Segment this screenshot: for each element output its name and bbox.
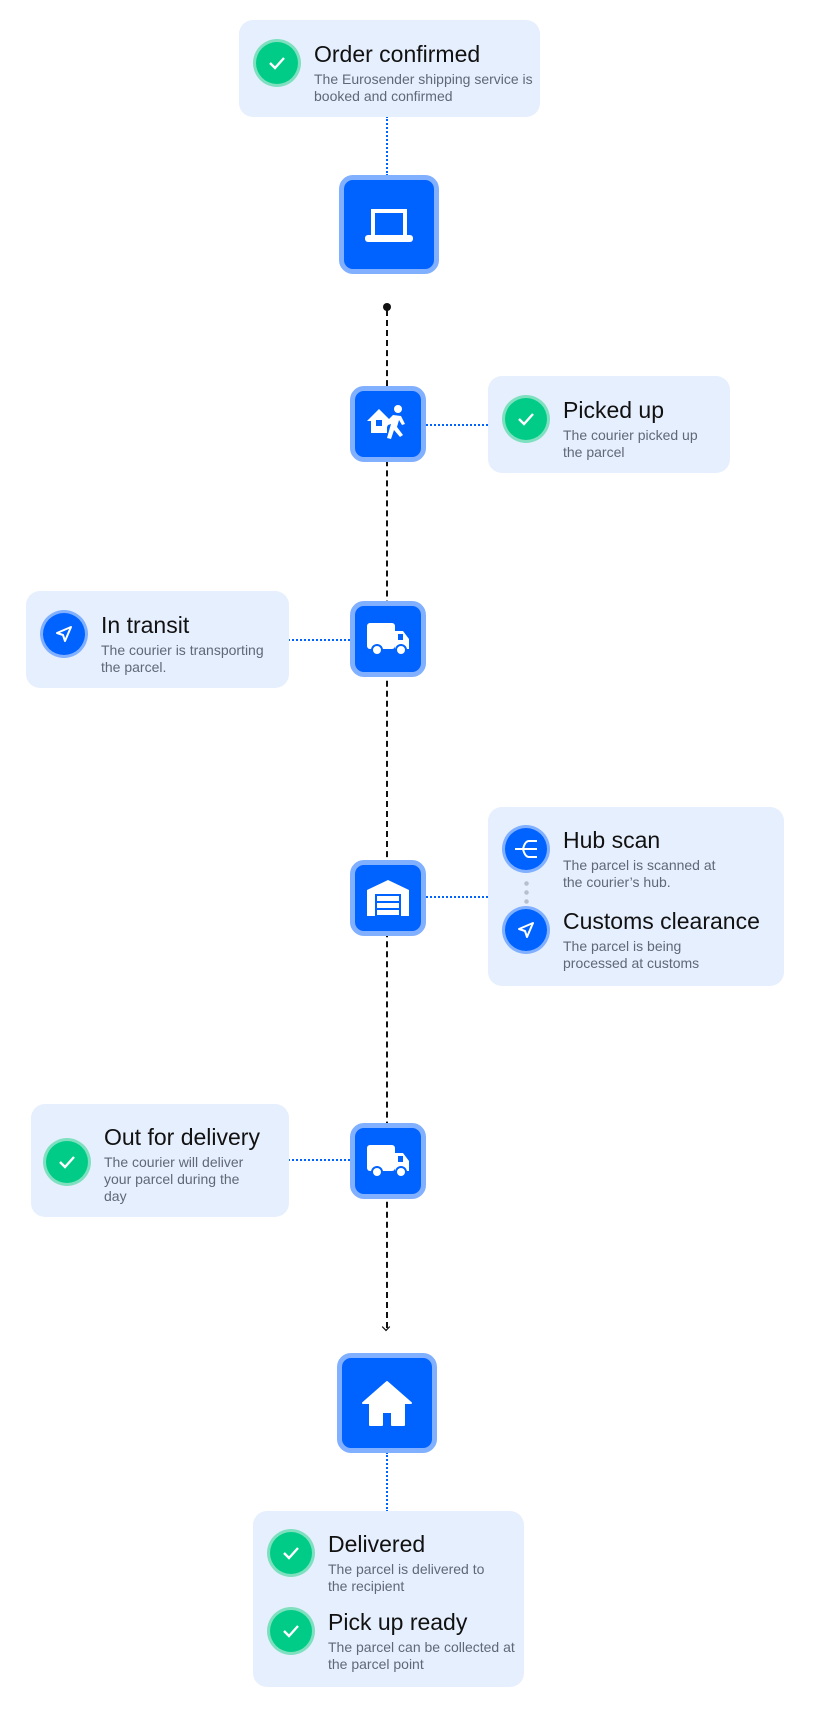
check-icon: [46, 1141, 88, 1183]
step-desc: The parcel can be collected at the parce…: [328, 1639, 515, 1672]
stage-laptop: [339, 175, 439, 274]
step-desc: The parcel is delivered to the recipient: [328, 1561, 485, 1594]
step-desc: The courier is transporting the parcel.: [101, 642, 264, 675]
connector: [426, 424, 488, 426]
card-order-confirmed: Order confirmed The Eurosender shipping s…: [239, 20, 540, 117]
stage-hub: [350, 860, 426, 936]
laptop-icon: [365, 208, 413, 242]
step-separator-dots: [524, 879, 529, 907]
stage-home: [337, 1353, 437, 1453]
stage-transit: [350, 601, 426, 677]
card-in-transit: In transit The courier is transporting th…: [26, 591, 289, 688]
timeline-arrow-icon: [381, 1322, 391, 1332]
navigation-arrow-icon: [43, 613, 85, 655]
card-out-for-delivery: Out for delivery The courier will deliver…: [31, 1104, 289, 1217]
step-desc: The courier picked up the parcel: [563, 427, 698, 460]
step-desc: The Eurosender shipping service is booke…: [314, 71, 533, 104]
connector: [426, 896, 488, 898]
step-title: Picked up: [563, 397, 665, 423]
step-desc: The courier will deliver your parcel dur…: [104, 1154, 244, 1204]
stage-pickup: [350, 386, 426, 462]
step-title: In transit: [101, 612, 190, 638]
home-icon: [362, 1381, 412, 1426]
connector: [386, 1452, 388, 1512]
warehouse-icon: [367, 880, 409, 916]
check-icon: [505, 398, 547, 440]
check-icon: [270, 1532, 312, 1574]
truck-icon: [367, 1145, 409, 1178]
connector: [386, 116, 388, 176]
card-picked-up: Picked up The courier picked up the parce…: [488, 376, 730, 473]
hub-split-icon: [505, 828, 547, 870]
step-title: Hub scan: [563, 827, 661, 853]
step-title: Order confirmed: [314, 41, 481, 67]
stage-out-for-delivery: [350, 1123, 426, 1199]
card-delivered: Delivered The parcel is delivered to the …: [253, 1511, 524, 1687]
step-title: Delivered: [328, 1531, 426, 1557]
step-desc: The parcel is scanned at the courier’s h…: [563, 857, 716, 890]
check-icon: [270, 1610, 312, 1652]
connector: [288, 1159, 350, 1161]
card-hub: Hub scan The parcel is scanned at the cou…: [488, 807, 784, 986]
check-icon: [256, 42, 298, 84]
step-title: Pick up ready: [328, 1609, 468, 1635]
step-desc: The parcel is being processed at customs: [563, 938, 700, 971]
step-title: Out for delivery: [104, 1124, 260, 1150]
navigation-arrow-icon: [505, 909, 547, 951]
truck-icon: [367, 623, 409, 656]
connector: [288, 639, 350, 641]
step-title: Customs clearance: [563, 908, 760, 934]
house-courier-icon: [367, 405, 405, 439]
